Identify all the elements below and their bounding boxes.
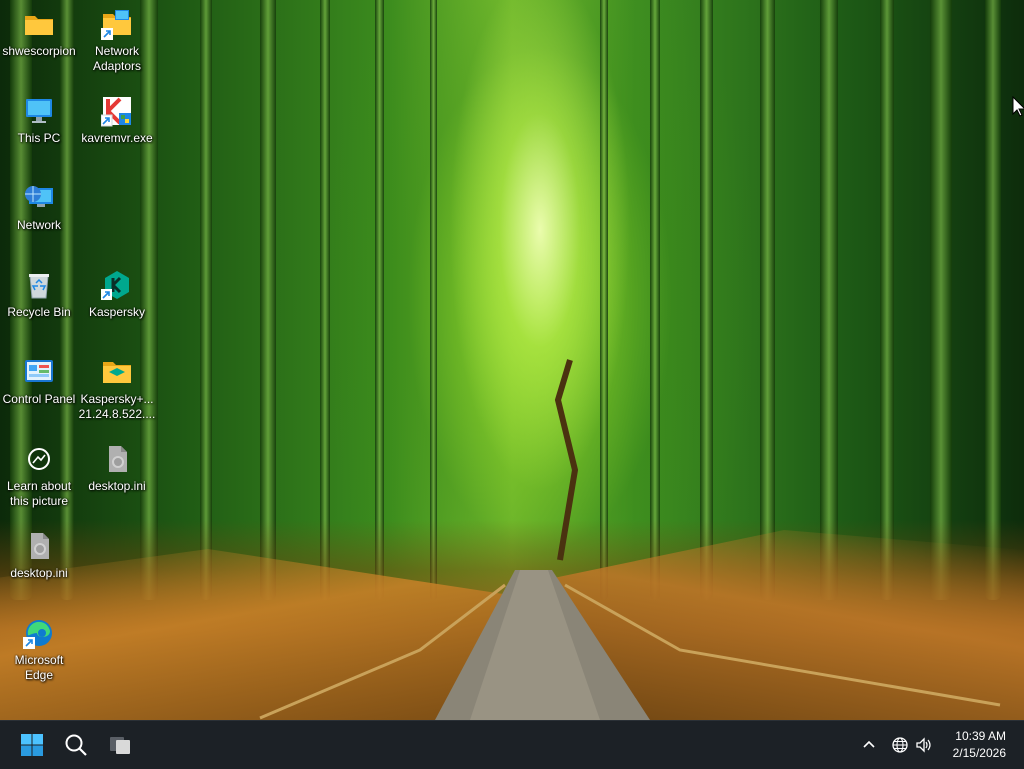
desktop-icon-kaspersky-folder[interactable]: Kaspersky+... 21.24.8.522.... xyxy=(78,356,156,422)
desktop-icon-label: Network Adaptors xyxy=(92,44,142,73)
taskbar: 10:39 AM 2/15/2026 xyxy=(0,720,1024,769)
clock-date: 2/15/2026 xyxy=(952,746,1006,760)
kaspersky-k-icon xyxy=(101,97,131,127)
desktop-icon-label: kavremvr.exe xyxy=(81,131,153,145)
desktop-icon-label: Learn about this picture xyxy=(6,479,72,508)
desktop-icon-label: Control Panel xyxy=(2,392,76,406)
network-adaptors-icon xyxy=(101,10,131,40)
desktop-icon-kaspersky[interactable]: Kaspersky xyxy=(78,269,156,320)
network-globe-icon xyxy=(25,186,53,207)
edge-icon xyxy=(23,620,52,649)
task-view-button[interactable] xyxy=(104,729,136,761)
desktop-icon-label: Kaspersky+... 21.24.8.522.... xyxy=(78,392,156,421)
settings-file-icon xyxy=(109,446,127,472)
desktop-icon-network-adaptors[interactable]: Network Adaptors xyxy=(78,8,156,74)
desktop-icon-label: Kaspersky xyxy=(88,305,146,319)
desktop-icon-label: shwescorpion xyxy=(2,44,76,58)
clock-time: 10:39 AM xyxy=(955,729,1006,743)
desktop-icon-this-pc[interactable]: This PC xyxy=(0,95,78,146)
mouse-cursor-icon xyxy=(1012,96,1024,117)
kaspersky-hex-icon xyxy=(101,271,129,300)
settings-file-icon xyxy=(31,533,49,559)
search-button[interactable] xyxy=(60,729,92,761)
monitor-icon xyxy=(26,99,52,123)
recycle-bin-icon xyxy=(29,274,49,299)
clock[interactable]: 10:39 AM 2/15/2026 xyxy=(942,729,1006,760)
desktop-icon-label: Recycle Bin xyxy=(7,305,71,319)
desktop-icon-desktop-ini-2[interactable]: desktop.ini xyxy=(0,530,78,581)
desktop-icon-network[interactable]: Network xyxy=(0,182,78,233)
windows-start-icon xyxy=(21,734,43,756)
desktop-icon-label: This PC xyxy=(17,131,61,145)
desktop-icon-microsoft-edge[interactable]: Microsoft Edge xyxy=(0,617,78,683)
desktop-icon-shwescorpion[interactable]: shwescorpion xyxy=(0,8,78,59)
desktop-icon-control-panel[interactable]: Control Panel xyxy=(0,356,78,407)
desktop-icon-recycle-bin[interactable]: Recycle Bin xyxy=(0,269,78,320)
folder-icon xyxy=(25,16,53,35)
desktop-icon-label: Network xyxy=(16,218,61,232)
search-icon xyxy=(65,734,87,756)
desktop-icon-label: desktop.ini xyxy=(88,479,146,493)
desktop-icon-kavremvr[interactable]: kavremvr.exe xyxy=(78,95,156,146)
desktop-icon-learn-about-picture[interactable]: Learn about this picture xyxy=(0,443,78,509)
folder-zip-icon xyxy=(103,362,131,383)
speaker-icon[interactable] xyxy=(915,736,933,754)
desktop-icon-label: Microsoft Edge xyxy=(14,653,64,682)
control-panel-icon xyxy=(25,360,53,382)
desktop-icon-label: desktop.ini xyxy=(10,566,68,580)
chevron-up-icon[interactable] xyxy=(861,737,877,753)
start-button[interactable] xyxy=(16,729,48,761)
globe-network-icon[interactable] xyxy=(891,736,909,754)
desktop-icon-desktop-ini-1[interactable]: desktop.ini xyxy=(78,443,156,494)
task-view-icon xyxy=(110,737,130,754)
camera-circle-icon xyxy=(28,448,50,470)
